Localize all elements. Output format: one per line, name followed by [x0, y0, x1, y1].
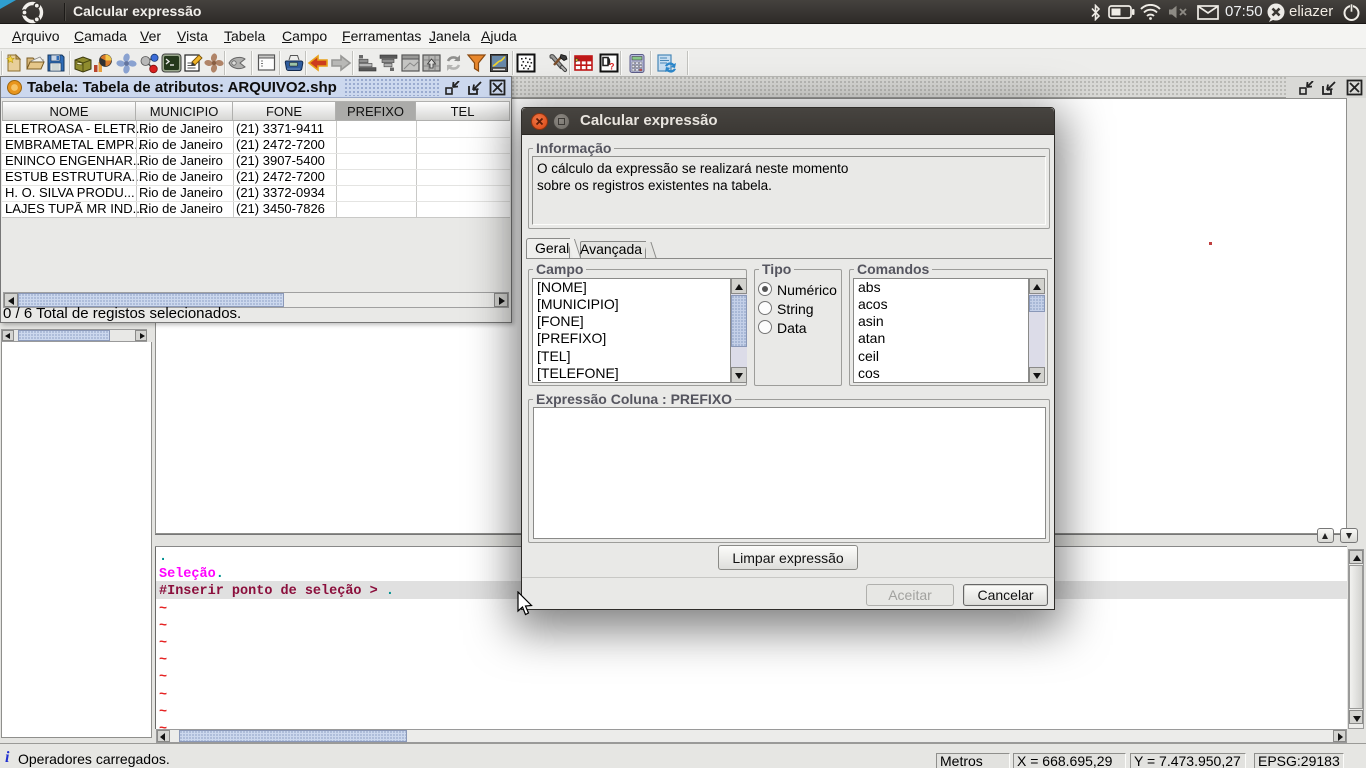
svg-text:?: ?	[609, 62, 615, 72]
